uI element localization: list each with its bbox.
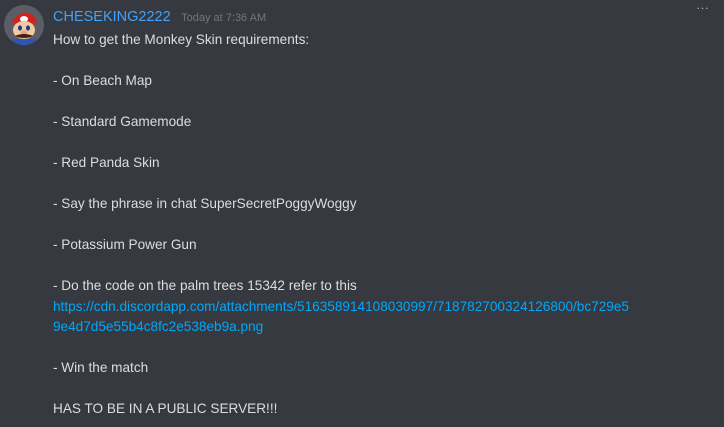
chat-message: CHESEKING2222 Today at 7:36 AM ... How t… xyxy=(0,0,724,427)
attachment-link-line: https://cdn.discordapp.com/attachments/5… xyxy=(53,297,713,318)
message-line: - Red Panda Skin xyxy=(53,155,160,170)
message-header: CHESEKING2222 Today at 7:36 AM xyxy=(53,8,266,28)
mario-avatar-icon xyxy=(4,5,44,45)
message-line: - Do the code on the palm trees 15342 re… xyxy=(53,278,357,293)
message-line: How to get the Monkey Skin requirements: xyxy=(53,32,310,47)
message-timestamp: Today at 7:36 AM xyxy=(181,12,267,24)
message-line: - Potassium Power Gun xyxy=(53,237,197,252)
message-line: - On Beach Map xyxy=(53,73,152,88)
message-line: - Say the phrase in chat SuperSecretPogg… xyxy=(53,196,357,211)
more-options-icon[interactable]: ... xyxy=(688,0,718,14)
message-line: - Standard Gamemode xyxy=(53,114,192,129)
username[interactable]: CHESEKING2222 xyxy=(53,9,171,25)
message-line: - Win the match xyxy=(53,360,149,375)
user-avatar[interactable] xyxy=(4,5,44,45)
message-line: HAS TO BE IN A PUBLIC SERVER!!! xyxy=(53,401,278,416)
attachment-link[interactable]: 9e4d7d5e55b4c8fc2e538eb9a.png xyxy=(53,319,263,334)
attachment-link[interactable]: https://cdn.discordapp.com/attachments/5… xyxy=(53,299,629,314)
attachment-link-line: 9e4d7d5e55b4c8fc2e538eb9a.png xyxy=(53,317,713,338)
message-content: How to get the Monkey Skin requirements:… xyxy=(53,30,713,420)
